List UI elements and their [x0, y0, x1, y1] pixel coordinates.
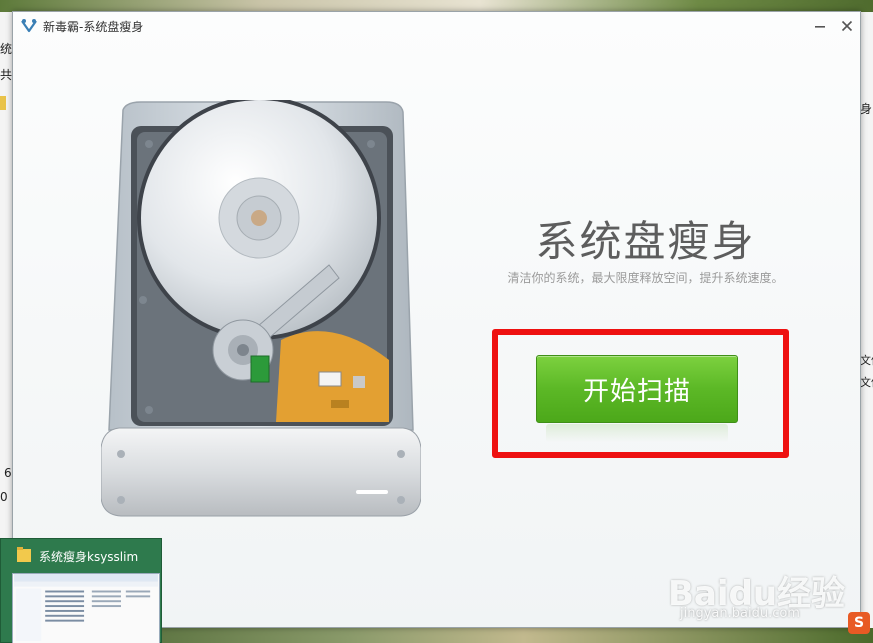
background-text-fragment: 共 [0, 68, 13, 82]
minimize-button[interactable] [809, 15, 831, 37]
duba-logo-icon [21, 19, 37, 33]
start-scan-button[interactable]: 开始扫描 [536, 355, 738, 423]
title-bar[interactable]: 新毒霸-系统盘瘦身 [13, 12, 860, 40]
taskbar-thumbnail[interactable]: 系统瘦身ksysslim [0, 538, 162, 643]
background-text-fragment: 6 [4, 466, 12, 480]
close-icon [841, 20, 853, 32]
watermark-url: jingyan.baidu.com [680, 606, 800, 621]
window-title: 新毒霸-系统盘瘦身 [43, 20, 144, 34]
app-window: 新毒霸-系统盘瘦身 系统盘瘦身 清洁你的系统，最大限度释放空间，提升系统速度。 … [12, 11, 861, 628]
background-text-fragment: 文件 [860, 354, 873, 367]
hard-drive-illustration [101, 100, 421, 517]
folder-icon [0, 96, 6, 110]
thumbnail-preview-image [12, 573, 160, 643]
sogou-s-icon: S [848, 612, 870, 634]
page-heading: 系统盘瘦身 [535, 217, 756, 266]
thumbnail-label: 系统瘦身ksysslim [39, 550, 139, 564]
page-subtitle: 清洁你的系统，最大限度释放空间，提升系统速度。 [507, 271, 784, 285]
background-text-fragment: 统 [0, 42, 13, 56]
button-reflection [546, 424, 728, 442]
background-text-fragment: 文件 [860, 376, 873, 389]
background-text-fragment: 0 [0, 490, 8, 504]
folder-icon [17, 547, 31, 562]
baidu-watermark: Baidu经验 jingyan.baidu.com [668, 548, 868, 628]
close-button[interactable] [836, 15, 858, 37]
minimize-icon [815, 26, 825, 28]
background-text-fragment: 身 [860, 102, 873, 116]
